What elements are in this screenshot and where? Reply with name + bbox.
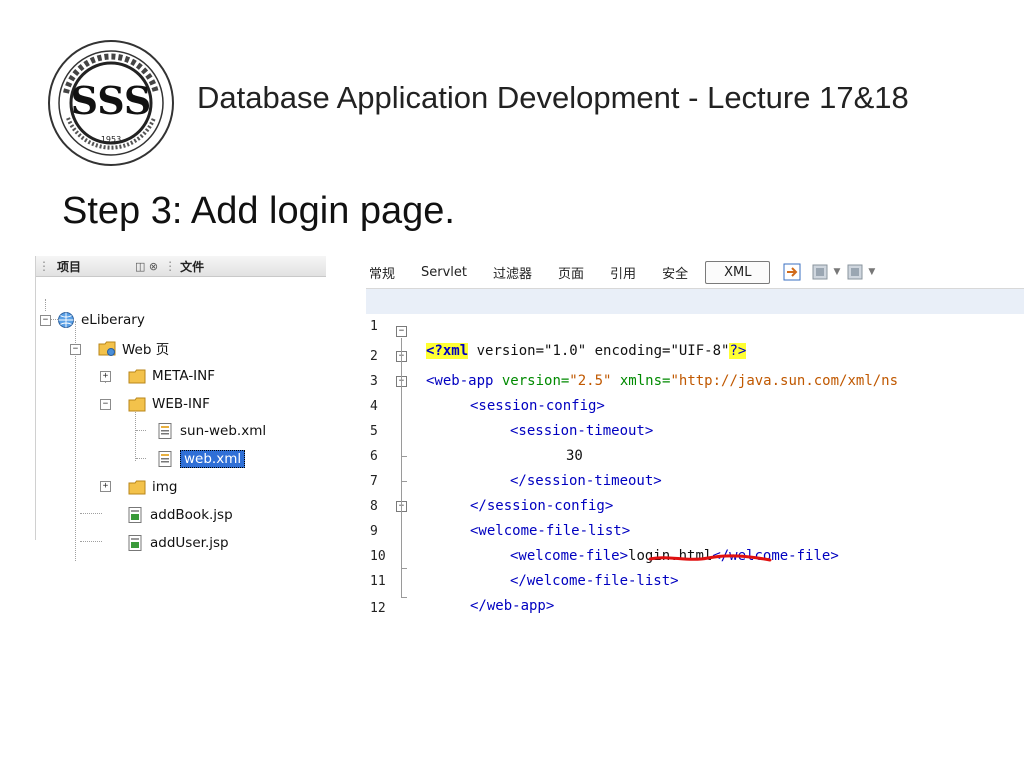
tree-node-meta-inf[interactable]: META-INF bbox=[128, 365, 215, 387]
slide-heading: Step 3: Add login page. bbox=[62, 190, 455, 232]
tab-pages[interactable]: 页面 bbox=[545, 263, 597, 282]
expand-toggle[interactable]: + bbox=[100, 481, 111, 492]
line-number: 12 bbox=[370, 601, 386, 616]
tree-node-web-pages[interactable]: Web 页 bbox=[98, 337, 169, 359]
collapse-toggle[interactable]: − bbox=[70, 344, 81, 355]
jsp-file-icon bbox=[128, 535, 142, 551]
tree-node-label: Web 页 bbox=[122, 342, 170, 358]
code-line[interactable]: 7 </session-config> bbox=[366, 444, 1024, 514]
code-line[interactable]: 1 <?xml version="1.0" encoding="UIF-8"?> bbox=[366, 289, 1024, 359]
collapse-toggle[interactable]: − bbox=[40, 314, 51, 326]
collapse-toggle[interactable]: − bbox=[100, 399, 111, 410]
logo-year: 1953 bbox=[101, 135, 121, 144]
header-title: Database Application Development - Lectu… bbox=[197, 80, 909, 115]
tree-node-label: addBook.jsp bbox=[150, 507, 233, 523]
code-line[interactable]: 8 <welcome-file-list> bbox=[366, 469, 1024, 539]
tree-node-label-selected: web.xml bbox=[180, 450, 246, 468]
jsp-file-icon bbox=[128, 507, 142, 523]
grip-icon[interactable]: ⋮ bbox=[38, 259, 50, 273]
tree-node-label: eLiberary bbox=[81, 312, 145, 328]
xml-editor-panel: 常规 Servlet 过滤器 页面 引用 安全 XML ▼ ▼ − − − − … bbox=[366, 256, 1024, 636]
folder-icon bbox=[128, 369, 146, 384]
nav-back-icon[interactable] bbox=[810, 262, 830, 282]
tree-node-label: img bbox=[152, 479, 178, 495]
project-tree: − − + − + − eLiberary Web 页 META-INF WEB… bbox=[36, 277, 326, 561]
tab-references[interactable]: 引用 bbox=[597, 263, 649, 282]
tab-files[interactable]: 文件 bbox=[176, 258, 208, 275]
tree-node-sun-web-xml[interactable]: sun-web.xml bbox=[156, 420, 266, 442]
tab-projects[interactable]: 项目 bbox=[53, 258, 85, 275]
code-line[interactable]: 5 30 bbox=[366, 394, 1024, 464]
code-line[interactable]: 12 bbox=[366, 571, 1024, 616]
tree-node-label: WEB-INF bbox=[152, 396, 210, 412]
editor-tabs: 常规 Servlet 过滤器 页面 引用 安全 XML ▼ ▼ bbox=[366, 256, 1024, 289]
grip-icon[interactable]: ⋮ bbox=[164, 259, 176, 273]
svg-text:SSS: SSS bbox=[71, 78, 152, 123]
tree-node-project[interactable]: − eLiberary bbox=[40, 309, 145, 331]
folder-icon bbox=[128, 397, 146, 412]
code-line[interactable]: 4 <session-timeout> bbox=[366, 369, 1024, 439]
tree-node-web-xml[interactable]: web.xml bbox=[156, 448, 246, 470]
folder-icon bbox=[128, 480, 146, 495]
code-line[interactable]: 2 <web-app version="2.5" xmlns="http://j… bbox=[366, 319, 1024, 389]
tree-node-addbook-jsp[interactable]: addBook.jsp bbox=[126, 504, 233, 526]
red-underline-annotation bbox=[648, 554, 772, 562]
tree-node-label: META-INF bbox=[152, 368, 216, 384]
tree-node-adduser-jsp[interactable]: addUser.jsp bbox=[126, 532, 229, 554]
nav-forward-icon[interactable] bbox=[845, 262, 865, 282]
dropdown-caret-icon[interactable]: ▼ bbox=[833, 267, 840, 277]
dropdown-caret-icon[interactable]: ▼ bbox=[868, 267, 875, 277]
globe-project-icon bbox=[58, 312, 74, 328]
college-logo: SSS 1953 bbox=[48, 40, 174, 166]
history-icon[interactable] bbox=[782, 262, 802, 282]
code-line[interactable]: 3 <session-config> bbox=[366, 344, 1024, 414]
tab-general[interactable]: 常规 bbox=[366, 263, 408, 282]
tab-filters[interactable]: 过滤器 bbox=[480, 263, 545, 282]
code-line[interactable]: 9 <welcome-file>login.html</welcome-file… bbox=[366, 494, 1024, 564]
tab-servlet[interactable]: Servlet bbox=[408, 265, 480, 280]
expand-toggle[interactable]: + bbox=[100, 371, 111, 382]
code-line[interactable]: 6 </session-timeout> bbox=[366, 419, 1024, 489]
tree-node-img[interactable]: img bbox=[128, 476, 177, 498]
xml-file-icon bbox=[158, 451, 172, 467]
tree-node-web-inf[interactable]: WEB-INF bbox=[128, 393, 210, 415]
tab-security[interactable]: 安全 bbox=[649, 263, 701, 282]
panel-controls[interactable]: ◫ ⊗ bbox=[135, 260, 158, 273]
code-line[interactable]: 10 </welcome-file-list> bbox=[366, 519, 1024, 589]
web-folder-icon bbox=[98, 341, 116, 356]
project-tree-panel: ⋮ 项目 ◫ ⊗ ⋮ 文件 − − + − + − eLiberary bbox=[36, 256, 326, 561]
tree-node-label: addUser.jsp bbox=[150, 535, 229, 551]
tree-node-label: sun-web.xml bbox=[180, 423, 267, 439]
project-panel-header: ⋮ 项目 ◫ ⊗ ⋮ 文件 bbox=[36, 256, 326, 277]
tab-xml[interactable]: XML bbox=[705, 260, 771, 284]
xml-file-icon bbox=[158, 423, 172, 439]
